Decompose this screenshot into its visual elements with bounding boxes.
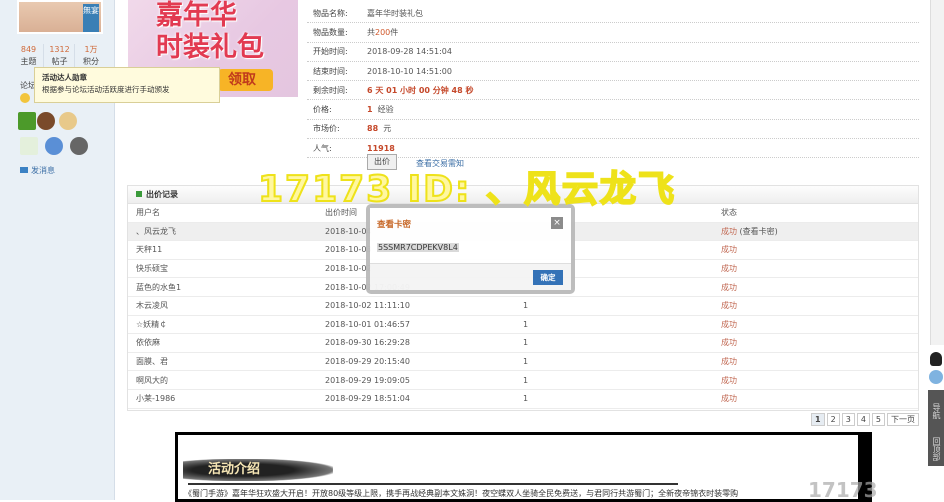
table-row: 木云凌风 2018-10-02 11:11:10 1 成功 [128,297,918,316]
stat-threads[interactable]: 849 主题 [14,44,44,68]
nav-button[interactable]: 导航 [931,394,941,428]
status: 成功 [721,245,737,255]
medal-tooltip: 活动达人勋章 根据参与论坛活动活跃度进行手动颁发 [34,67,220,103]
dialog-title: 查看卡密 [377,220,412,230]
status: 成功 [721,357,737,367]
medal-17173-icon[interactable] [37,112,55,130]
mail-icon [20,167,28,173]
bid-amount: 1 [523,394,529,404]
username: 快乐硕宝 [136,264,168,274]
confirm-button[interactable]: 确定 [533,270,563,285]
table-row: 依依麻 2018-09-30 16:29:28 1 成功 [128,334,918,353]
status: 成功 [721,338,737,348]
username: 天秤11 [136,245,163,255]
status: 成功 [721,394,737,404]
close-icon[interactable]: × [551,217,563,229]
medal-diy-icon[interactable] [20,137,38,155]
username: 小莱-1986 [136,394,176,404]
bid-time: 2018-10-02 11:11:10 [325,301,410,311]
username: 木云凌风 [136,301,168,311]
activity-intro: 活动介绍 《蜀门手游》嘉年华狂欢盛大开启！开放80级等级上限，携手再战经典副本文… [175,432,872,502]
medal-info-icon[interactable] [45,137,63,155]
page-5[interactable]: 5 [871,413,885,426]
bid-amount: 1 [523,375,529,385]
qq-icon[interactable] [930,352,942,366]
bid-time: 2018-09-29 20:15:40 [325,357,410,367]
intro-heading: 活动介绍 [183,459,333,481]
back-to-top-button[interactable]: 回顶部 [931,432,941,466]
item-info-table: 物品名称: 嘉年华时装礼包 物品数量: 共 200 件 开始时间: 2018-09-2… [307,4,919,159]
users-icon[interactable] [929,370,943,384]
avatar-badge: 無宴 [83,4,99,32]
banner-claim-button: 领取 [218,69,273,91]
status: 成功 [721,226,737,236]
page-scrollbar[interactable] [930,0,944,345]
username: 、风云龙飞 [136,226,176,236]
table-row: 啊风大的 2018-09-29 19:09:05 1 成功 [128,371,918,390]
smiley-icon [20,93,30,103]
bid-amount: 1 [523,338,529,348]
bid-time: 2018-09-29 19:09:05 [325,375,410,385]
table-row: ☆妖精￠ 2018-10-01 01:46:57 1 成功 [128,316,918,335]
bid-time: 2018-10-01 01:46:57 [325,319,410,329]
status: 成功 [721,282,737,292]
medal-moon-icon[interactable] [70,137,88,155]
username: 面膜、君 [136,357,168,367]
bid-amount: 1 [523,301,529,311]
page-3[interactable]: 3 [841,413,855,426]
username: 啊风大的 [136,375,168,385]
intro-text: 《蜀门手游》嘉年华狂欢盛大开启！开放80级等级上限，携手再战经典副本文姝洞！夜空… [184,489,739,498]
username: ☆妖精￠ [136,319,168,329]
medal-icon[interactable] [18,112,36,130]
records-icon [136,191,142,197]
bid-amount: 1 [523,319,529,329]
pagination: 1 2 3 4 5 下一页 [811,413,919,426]
bid-amount: 1 [523,357,529,367]
table-row: 小莱-1986 2018-09-29 18:51:04 1 成功 [128,390,918,409]
bid-time: 2018-09-29 18:51:04 [325,394,410,404]
watermark: 17173 ID: 、风云龙飞 [257,168,676,211]
bid-time: 2018-09-30 16:29:28 [325,338,410,348]
stat-posts[interactable]: 1312 帖子 [45,44,75,68]
next-page[interactable]: 下一页 [887,413,919,426]
send-message-link[interactable]: 发消息 [20,165,55,176]
medal-character-icon[interactable] [59,112,77,130]
status: 成功 [721,319,737,329]
status: 成功 [721,301,737,311]
view-card-code-link[interactable]: (查看卡密) [740,227,778,236]
username: 蓝色的水鱼1 [136,282,182,292]
remaining-time: 6 天 01 小时 00 分钟 48 秒 [367,85,474,95]
avatar[interactable]: 無宴 [17,0,103,34]
divider [188,483,678,485]
table-row: 面膜、君 2018-09-29 20:15:40 1 成功 [128,353,918,372]
status: 成功 [721,375,737,385]
corner-logo: 17173 [808,478,878,502]
stat-points[interactable]: 1万 积分 [76,44,106,68]
page-4[interactable]: 4 [856,413,870,426]
view-card-code-dialog: 查看卡密 × 5SSMR7CDPEKV8L4 确定 [366,204,575,294]
page-2[interactable]: 2 [826,413,840,426]
status: 成功 [721,264,737,274]
username: 依依麻 [136,338,160,348]
card-code[interactable]: 5SSMR7CDPEKV8L4 [377,243,459,252]
page-1[interactable]: 1 [811,413,825,426]
